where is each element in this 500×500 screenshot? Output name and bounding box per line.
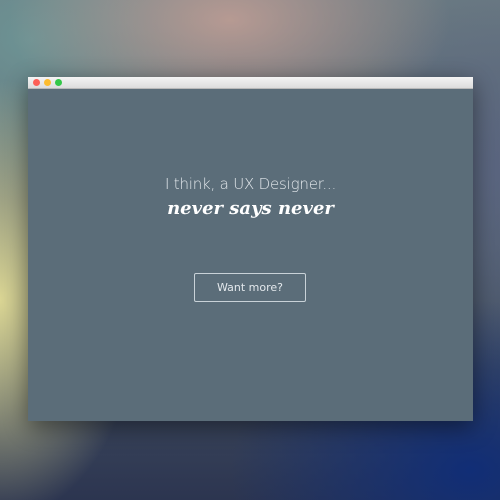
hero-tagline: I think, a UX Designer... <box>164 175 337 193</box>
page-content: I think, a UX Designer... never says nev… <box>28 89 473 421</box>
minimize-window-icon[interactable] <box>44 79 51 86</box>
browser-window: I think, a UX Designer... never says nev… <box>28 77 473 421</box>
maximize-window-icon[interactable] <box>55 79 62 86</box>
hero-headline: never says never <box>167 198 334 219</box>
window-titlebar <box>28 77 473 89</box>
close-window-icon[interactable] <box>33 79 40 86</box>
want-more-button[interactable]: Want more? <box>194 273 306 302</box>
